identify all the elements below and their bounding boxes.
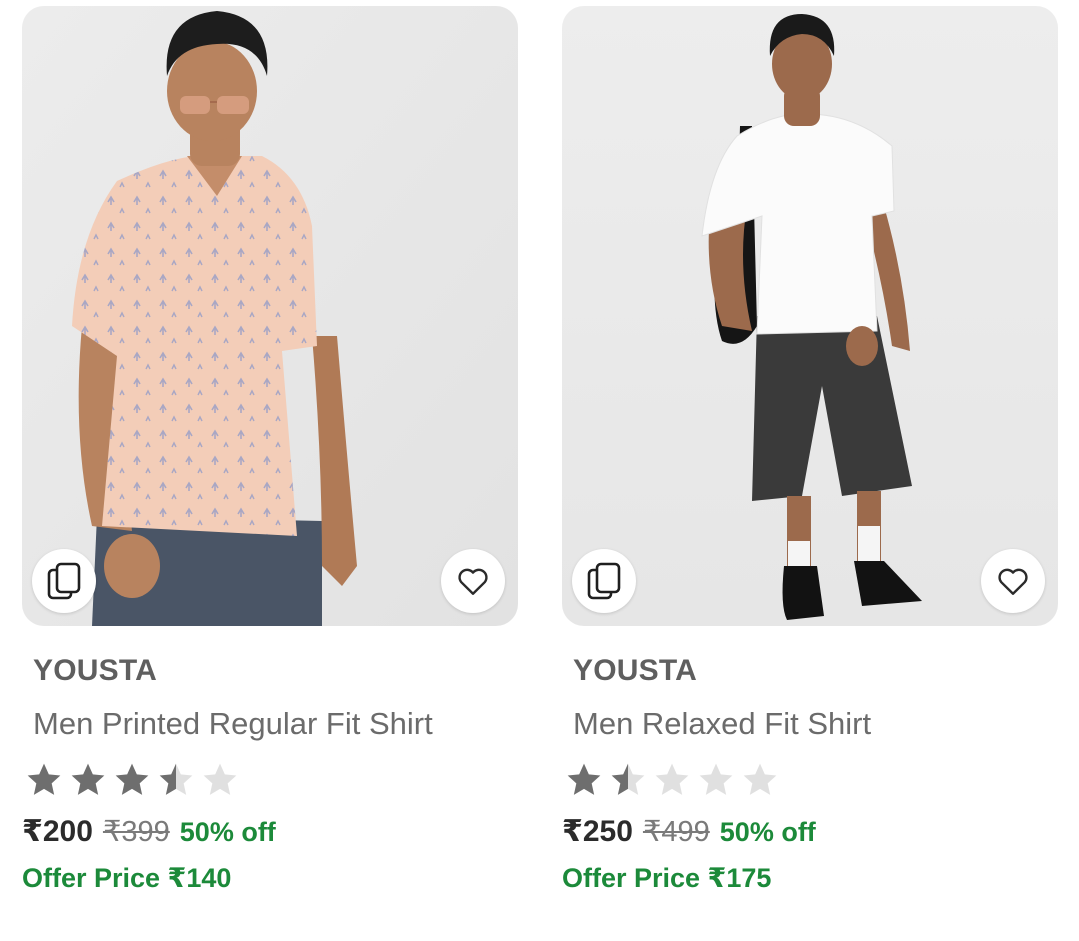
selling-price: ₹250 <box>562 815 633 848</box>
star-empty-icon <box>699 763 733 795</box>
similar-products-icon <box>47 562 81 600</box>
star-half-icon <box>611 763 645 795</box>
similar-products-button[interactable] <box>572 549 636 613</box>
brand-name: YOUSTA <box>573 654 697 687</box>
wishlist-button[interactable] <box>441 549 505 613</box>
brand-name: YOUSTA <box>33 654 157 687</box>
similar-products-button[interactable] <box>32 549 96 613</box>
star-filled-icon <box>27 763 61 795</box>
star-half-icon <box>159 763 193 795</box>
product-image[interactable] <box>22 6 518 626</box>
product-title[interactable]: Men Printed Regular Fit Shirt <box>33 706 518 742</box>
offer-price: Offer Price ₹140 <box>22 863 232 893</box>
product-photo <box>562 6 1058 626</box>
selling-price: ₹200 <box>22 815 93 848</box>
star-empty-icon <box>743 763 777 795</box>
discount-label: 50% off <box>179 817 276 847</box>
discount-label: 50% off <box>719 817 816 847</box>
similar-products-icon <box>587 562 621 600</box>
offer-price: Offer Price ₹175 <box>562 863 772 893</box>
original-price: ₹399 <box>102 816 170 848</box>
price-row: ₹250 ₹499 50% off <box>562 814 1058 849</box>
star-filled-icon <box>567 763 601 795</box>
star-empty-icon <box>203 763 237 795</box>
price-row: ₹200 ₹399 50% off <box>22 814 518 849</box>
star-rating <box>564 760 1058 800</box>
star-rating <box>24 760 518 800</box>
original-price: ₹499 <box>642 816 710 848</box>
heart-icon <box>458 568 488 595</box>
product-title[interactable]: Men Relaxed Fit Shirt <box>573 706 1058 742</box>
product-image[interactable] <box>562 6 1058 626</box>
product-card[interactable]: YOUSTA Men Relaxed Fit Shirt ₹250 ₹499 5… <box>562 6 1058 894</box>
star-empty-icon <box>655 763 689 795</box>
product-photo <box>22 6 518 626</box>
star-filled-icon <box>115 763 149 795</box>
wishlist-button[interactable] <box>981 549 1045 613</box>
heart-icon <box>998 568 1028 595</box>
product-card[interactable]: YOUSTA Men Printed Regular Fit Shirt ₹20… <box>22 6 518 894</box>
star-filled-icon <box>71 763 105 795</box>
